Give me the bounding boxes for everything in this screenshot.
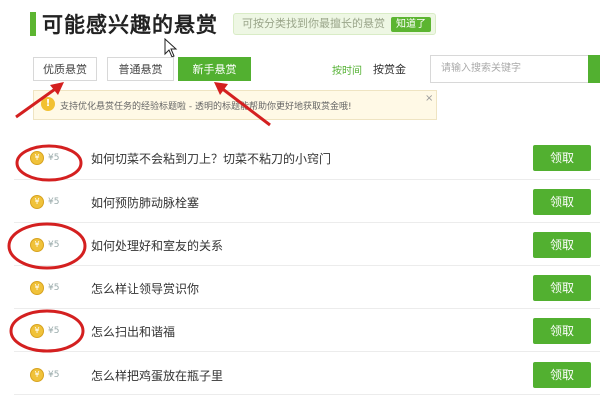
annotation-circle <box>15 144 83 182</box>
annotation-circle <box>7 222 87 270</box>
annotation-arrow <box>15 85 59 119</box>
annotation-arrow <box>219 85 271 127</box>
annotation-overlay <box>7 82 271 353</box>
annotation-circle <box>9 309 85 353</box>
